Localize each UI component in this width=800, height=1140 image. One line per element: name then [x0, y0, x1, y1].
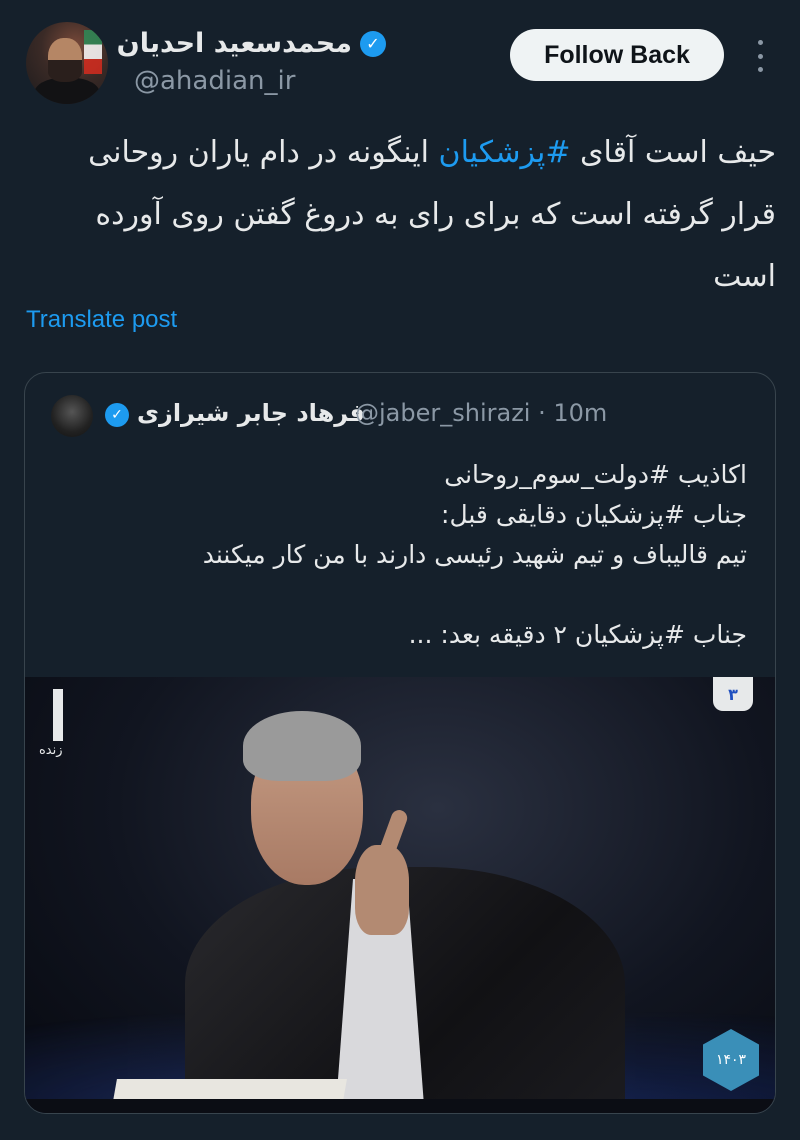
- tweet-text-segment: حیف است آقای: [570, 135, 776, 170]
- avatar-flag: [84, 30, 102, 74]
- tweet-header: محمدسعید احدیان ✓ @ahadian_ir Follow Bac…: [0, 0, 800, 110]
- quoted-text-line: جناب #پزشکیان دقایقی قبل:: [441, 500, 747, 529]
- live-label: زنده: [39, 743, 63, 758]
- quoted-text-line: اکاذیب #دولت_سوم_روحانی: [444, 460, 747, 489]
- quoted-author-name[interactable]: فرهاد جابر شیرازی: [137, 399, 365, 427]
- quoted-author-handle[interactable]: @jaber_shirazi: [355, 399, 530, 427]
- quoted-author-meta: @jaber_shirazi · 10m: [355, 399, 607, 427]
- author-avatar[interactable]: [26, 22, 108, 104]
- quoted-text-line: جناب #پزشکیان ۲ دقیقه بعد: ...: [408, 620, 747, 649]
- author-name[interactable]: محمدسعید احدیان: [117, 28, 352, 59]
- live-bar: [53, 689, 63, 741]
- avatar-beard: [48, 60, 82, 82]
- speaker-hair: [243, 711, 361, 781]
- quoted-tweet-text: اکاذیب #دولت_سوم_روحانی جناب #پزشکیان دق…: [51, 455, 747, 655]
- translate-post-link[interactable]: Translate post: [26, 306, 177, 334]
- quoted-tweet-image[interactable]: زنده ۳ ۱۴۰۳: [25, 677, 775, 1113]
- verified-badge-icon: ✓: [105, 403, 129, 427]
- desk-papers: [113, 1079, 347, 1101]
- speaker-figure: [185, 707, 625, 1113]
- quoted-text-line: تیم قالیباف و تیم شهید رئیسی دارند با من…: [202, 540, 747, 569]
- more-options-icon[interactable]: [750, 40, 770, 72]
- author-name-row[interactable]: محمدسعید احدیان ✓: [117, 28, 386, 59]
- quoted-tweet[interactable]: ✓ فرهاد جابر شیرازی @jaber_shirazi · 10m…: [24, 372, 776, 1114]
- channel-logo: ۳: [713, 677, 753, 711]
- live-badge: زنده: [39, 685, 73, 767]
- speaker-hand: [355, 845, 409, 935]
- verified-badge-icon: ✓: [360, 30, 386, 57]
- desk-edge: [25, 1099, 775, 1113]
- quoted-text-line: [51, 575, 747, 615]
- follow-back-button[interactable]: Follow Back: [510, 29, 724, 81]
- tweet-text: حیف است آقای #پزشکیان اینگونه در دام یار…: [26, 122, 776, 308]
- quoted-author-avatar[interactable]: [51, 395, 93, 437]
- quoted-tweet-header: ✓ فرهاد جابر شیرازی @jaber_shirazi · 10m: [25, 395, 775, 439]
- hashtag-link[interactable]: #پزشکیان: [439, 135, 571, 170]
- author-handle[interactable]: @ahadian_ir: [134, 66, 295, 96]
- meta-separator: ·: [538, 399, 546, 427]
- quoted-tweet-time[interactable]: 10m: [553, 399, 607, 427]
